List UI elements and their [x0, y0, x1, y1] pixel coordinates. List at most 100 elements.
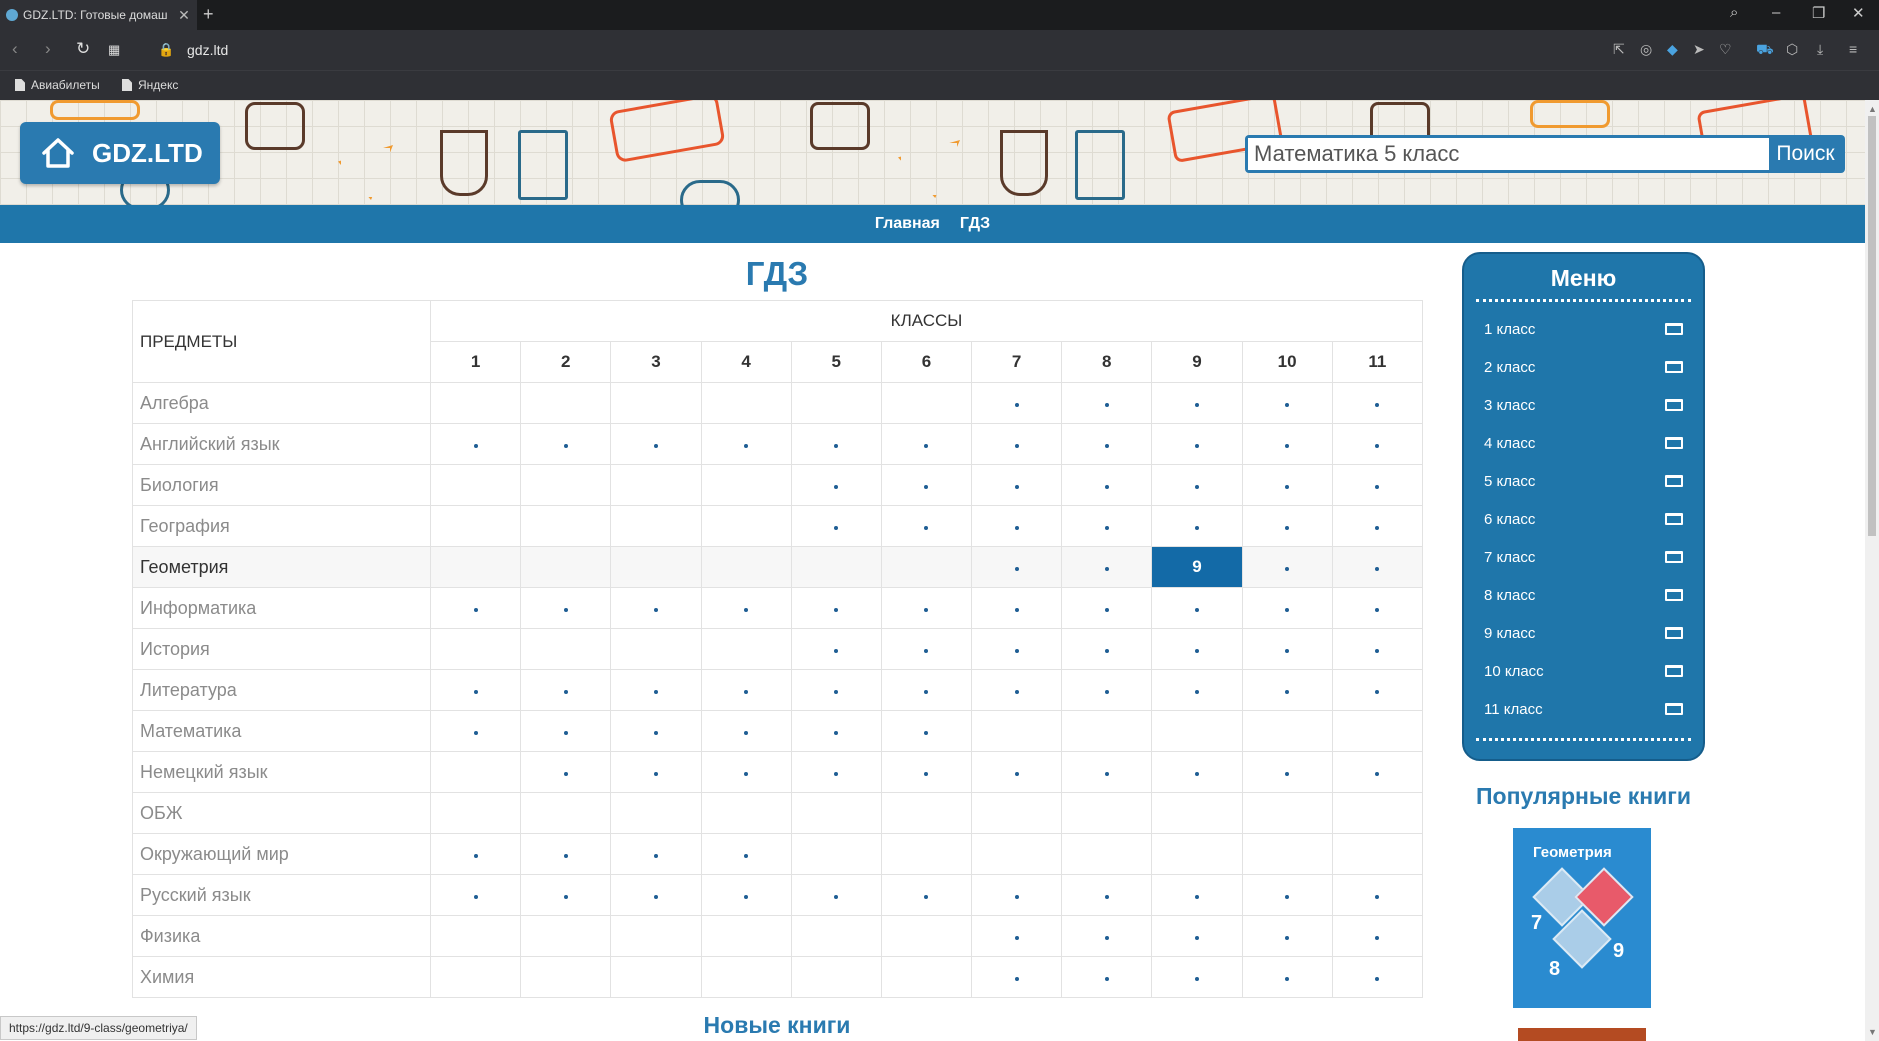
- grade-link-cell[interactable]: [880, 423, 973, 465]
- subject-label[interactable]: Математика: [132, 710, 431, 752]
- grade-link-cell[interactable]: [429, 874, 522, 916]
- grade-link-cell[interactable]: [1241, 464, 1333, 506]
- grade-link-cell[interactable]: [880, 751, 973, 793]
- grade-link-cell[interactable]: [790, 710, 882, 752]
- search-tabs-icon[interactable]: ⌕: [1730, 4, 1738, 21]
- grade-link-cell[interactable]: [610, 669, 702, 711]
- grade-link-cell[interactable]: [610, 587, 702, 629]
- subject-label[interactable]: Информатика: [132, 587, 431, 629]
- grade-link-cell[interactable]: [610, 423, 702, 465]
- grade-link-cell[interactable]: [1331, 669, 1424, 711]
- grade-link-cell[interactable]: [971, 505, 1063, 547]
- camera-icon[interactable]: ◎: [1640, 41, 1652, 58]
- grade-link-cell[interactable]: [1241, 751, 1333, 793]
- cart-icon[interactable]: ⛟: [1756, 41, 1774, 60]
- grade-link-cell[interactable]: [610, 874, 702, 916]
- menu-icon[interactable]: ≡: [1849, 41, 1857, 57]
- grade-link-cell[interactable]: [1061, 464, 1153, 506]
- grade-link-cell[interactable]: [1241, 423, 1333, 465]
- subject-label[interactable]: Алгебра: [132, 382, 431, 424]
- active-grade-cell[interactable]: 9: [1151, 546, 1243, 588]
- book-cover-partial[interactable]: [1518, 1028, 1646, 1041]
- grade-link-cell[interactable]: [520, 874, 612, 916]
- grade-link-cell[interactable]: [429, 669, 522, 711]
- search-input[interactable]: [1248, 138, 1769, 170]
- subject-label[interactable]: Геометрия: [132, 546, 431, 588]
- subject-label[interactable]: Физика: [132, 915, 431, 957]
- minimize-icon[interactable]: –: [1772, 4, 1780, 21]
- shield-icon[interactable]: ◆: [1667, 41, 1678, 58]
- grade-link-cell[interactable]: [1151, 505, 1243, 547]
- menu-item[interactable]: 9 класс: [1476, 614, 1691, 652]
- grade-link-cell[interactable]: [610, 833, 702, 875]
- grade-link-cell[interactable]: [520, 423, 612, 465]
- book-cover-geometry[interactable]: Геометрия 7 8 9: [1513, 828, 1651, 1008]
- grade-link-cell[interactable]: [1241, 546, 1333, 588]
- grade-link-cell[interactable]: [971, 751, 1063, 793]
- menu-item[interactable]: 7 класс: [1476, 538, 1691, 576]
- grade-link-cell[interactable]: [1061, 915, 1153, 957]
- grade-link-cell[interactable]: [520, 710, 612, 752]
- heart-icon[interactable]: ♡: [1719, 41, 1732, 58]
- grade-link-cell[interactable]: [1241, 505, 1333, 547]
- subject-label[interactable]: Окружающий мир: [132, 833, 431, 875]
- grade-link-cell[interactable]: [880, 464, 973, 506]
- grade-link-cell[interactable]: [1061, 423, 1153, 465]
- grade-link-cell[interactable]: [971, 915, 1063, 957]
- grade-link-cell[interactable]: [971, 628, 1063, 670]
- grade-link-cell[interactable]: [790, 505, 882, 547]
- grade-link-cell[interactable]: [1331, 546, 1424, 588]
- nav-link-gdz[interactable]: ГДЗ: [960, 215, 990, 233]
- subject-label[interactable]: Литература: [132, 669, 431, 711]
- grade-link-cell[interactable]: [1061, 669, 1153, 711]
- menu-item[interactable]: 1 класс: [1476, 310, 1691, 348]
- scrollbar-thumb[interactable]: [1868, 116, 1876, 536]
- grade-link-cell[interactable]: [880, 710, 973, 752]
- grade-link-cell[interactable]: [700, 587, 792, 629]
- reload-icon[interactable]: ↻: [76, 39, 90, 59]
- grade-link-cell[interactable]: [429, 710, 522, 752]
- grade-link-cell[interactable]: [1061, 751, 1153, 793]
- grade-link-cell[interactable]: [971, 382, 1063, 424]
- grade-link-cell[interactable]: [520, 751, 612, 793]
- grade-link-cell[interactable]: [790, 751, 882, 793]
- speed-dial-icon[interactable]: ▦: [108, 42, 120, 58]
- subject-label[interactable]: География: [132, 505, 431, 547]
- vertical-scrollbar[interactable]: ▲ ▼: [1865, 100, 1879, 1041]
- grade-link-cell[interactable]: [1061, 505, 1153, 547]
- grade-link-cell[interactable]: [1061, 874, 1153, 916]
- forward-icon[interactable]: ›: [45, 39, 51, 59]
- new-tab-icon[interactable]: +: [203, 4, 214, 25]
- subject-label[interactable]: Английский язык: [132, 423, 431, 465]
- grade-link-cell[interactable]: [1331, 464, 1424, 506]
- grade-link-cell[interactable]: [971, 874, 1063, 916]
- grade-link-cell[interactable]: [790, 628, 882, 670]
- back-icon[interactable]: ‹: [12, 39, 18, 59]
- grade-link-cell[interactable]: [1151, 587, 1243, 629]
- subject-label[interactable]: Русский язык: [132, 874, 431, 916]
- grade-link-cell[interactable]: [1241, 874, 1333, 916]
- grade-link-cell[interactable]: [1331, 505, 1424, 547]
- grade-link-cell[interactable]: [880, 628, 973, 670]
- subject-label[interactable]: ОБЖ: [132, 792, 431, 834]
- box-icon[interactable]: ⬡: [1786, 41, 1798, 58]
- grade-link-cell[interactable]: [1331, 382, 1424, 424]
- close-tab-icon[interactable]: ✕: [177, 7, 191, 24]
- bookmark-aviabilety[interactable]: Авиабилеты: [15, 78, 100, 92]
- grade-link-cell[interactable]: [1061, 382, 1153, 424]
- grade-link-cell[interactable]: [1331, 423, 1424, 465]
- grade-link-cell[interactable]: [1241, 669, 1333, 711]
- grade-link-cell[interactable]: [1331, 874, 1424, 916]
- grade-link-cell[interactable]: [700, 833, 792, 875]
- menu-item[interactable]: 10 класс: [1476, 652, 1691, 690]
- grade-link-cell[interactable]: [1061, 628, 1153, 670]
- grade-link-cell[interactable]: [1151, 669, 1243, 711]
- grade-link-cell[interactable]: [1331, 956, 1424, 998]
- grade-link-cell[interactable]: [1151, 751, 1243, 793]
- menu-item[interactable]: 2 класс: [1476, 348, 1691, 386]
- grade-link-cell[interactable]: [1151, 874, 1243, 916]
- grade-link-cell[interactable]: [971, 956, 1063, 998]
- grade-link-cell[interactable]: [1151, 423, 1243, 465]
- grade-link-cell[interactable]: [700, 669, 792, 711]
- grade-link-cell[interactable]: [1241, 628, 1333, 670]
